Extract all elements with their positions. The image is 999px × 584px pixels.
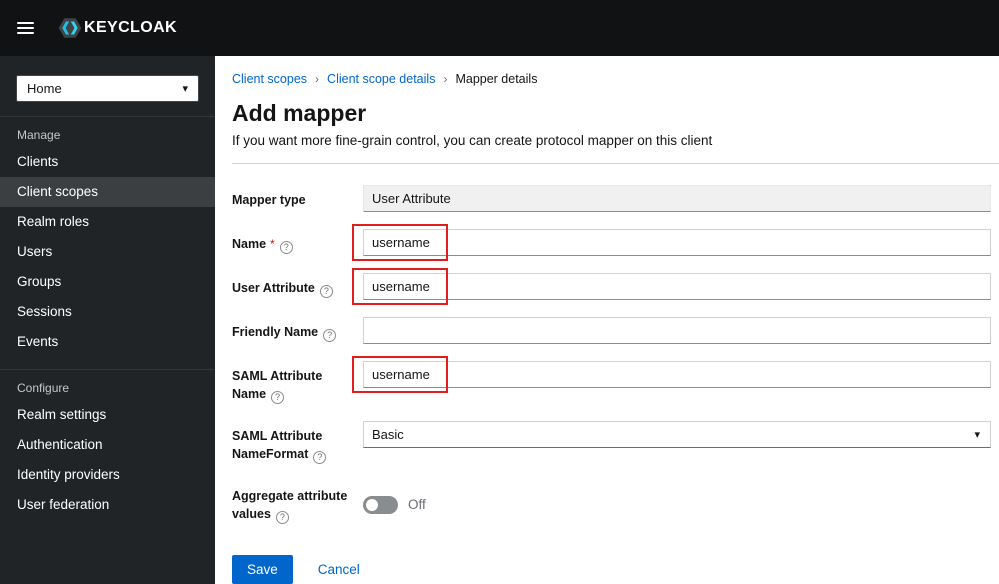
toggle-knob — [366, 498, 378, 511]
page-subtitle: If you want more fine-grain control, you… — [232, 133, 713, 148]
sidebar-item-clients[interactable]: Clients — [0, 147, 215, 177]
help-icon[interactable]: ? — [279, 241, 293, 254]
friendly-name-input[interactable] — [363, 317, 991, 344]
save-button[interactable]: Save — [232, 555, 293, 584]
chevron-right-icon: › — [315, 72, 320, 86]
form-row-name: Name *? — [232, 224, 991, 261]
sidebar-item-events[interactable]: Events — [0, 327, 215, 357]
sidebar-item-authentication[interactable]: Authentication — [0, 430, 215, 460]
user-attribute-input[interactable] — [363, 273, 991, 300]
required-indicator: * — [270, 237, 275, 251]
mapper-type-label: Mapper type — [232, 193, 306, 207]
sidebar-item-users[interactable]: Users — [0, 237, 215, 267]
main-content: Client scopes › Client scope details › M… — [215, 56, 999, 584]
sidebar-item-realm-settings[interactable]: Realm settings — [0, 400, 215, 430]
breadcrumb: Client scopes › Client scope details › M… — [232, 72, 991, 86]
sidebar: Home ▾ Manage Clients Client scopes Real… — [0, 56, 215, 584]
nav-section-configure: Configure Realm settings Authentication … — [0, 370, 215, 520]
sidebar-item-groups[interactable]: Groups — [0, 267, 215, 297]
topbar: KEYCLOAK — [0, 0, 999, 56]
realm-selector-value: Home — [27, 81, 62, 96]
breadcrumb-client-scope-details[interactable]: Client scope details — [327, 72, 435, 86]
name-label: Name *? — [232, 229, 363, 256]
saml-attribute-name-input[interactable] — [363, 361, 991, 388]
sidebar-item-client-scopes[interactable]: Client scopes — [0, 177, 215, 207]
saml-attribute-nameformat-select[interactable]: Basic ▾ — [363, 421, 991, 449]
toggle-state-label: Off — [408, 497, 426, 513]
help-icon[interactable]: ? — [323, 329, 337, 342]
form-row-aggregate-attribute-values: Aggregate attribute values? Off — [232, 481, 991, 525]
nav-section-manage: Manage Clients Client scopes Realm roles… — [0, 117, 215, 357]
form-row-mapper-type: Mapper type — [232, 185, 991, 212]
keycloak-logo[interactable]: KEYCLOAK — [57, 15, 177, 41]
brand-name: KEYCLOAK — [84, 19, 177, 36]
help-icon[interactable]: ? — [313, 451, 327, 465]
chevron-right-icon: › — [443, 72, 448, 86]
help-icon[interactable]: ? — [275, 511, 289, 525]
cancel-button[interactable]: Cancel — [318, 562, 360, 577]
form-row-friendly-name: Friendly Name? — [232, 317, 991, 344]
help-icon[interactable]: ? — [271, 391, 285, 405]
form-actions: Save Cancel — [232, 555, 991, 584]
chevron-down-icon: ▾ — [974, 429, 980, 442]
saml-attribute-nameformat-label: SAML Attribute NameFormat? — [232, 421, 363, 465]
realm-selector[interactable]: Home ▾ — [16, 75, 199, 102]
aggregate-attribute-values-toggle[interactable] — [363, 495, 398, 514]
chevron-down-icon: ▾ — [182, 83, 188, 95]
select-selected-value: Basic — [372, 427, 404, 443]
divider — [232, 163, 999, 164]
nav-section-configure-title: Configure — [17, 381, 70, 395]
sidebar-item-sessions[interactable]: Sessions — [0, 297, 215, 327]
form-row-saml-attribute-nameformat: SAML Attribute NameFormat? Basic ▾ — [232, 421, 991, 465]
user-attribute-label: User Attribute? — [232, 273, 363, 300]
form-row-saml-attribute-name: SAML Attribute Name? — [232, 356, 991, 405]
form-row-user-attribute: User Attribute? — [232, 268, 991, 305]
sidebar-item-user-federation[interactable]: User federation — [0, 490, 215, 520]
aggregate-attribute-values-label: Aggregate attribute values? — [232, 489, 348, 525]
friendly-name-label: Friendly Name? — [232, 317, 363, 344]
help-icon[interactable]: ? — [319, 285, 333, 298]
sidebar-item-identity-providers[interactable]: Identity providers — [0, 460, 215, 490]
mapper-type-input — [363, 185, 991, 212]
saml-attribute-name-label: SAML Attribute Name? — [232, 369, 323, 405]
breadcrumb-client-scopes[interactable]: Client scopes — [232, 72, 307, 86]
add-mapper-form: Mapper type Name*? User Attribute? — [232, 185, 991, 584]
menu-toggle-icon[interactable] — [17, 22, 34, 34]
keycloak-logo-icon — [58, 18, 82, 38]
name-input[interactable] — [363, 229, 991, 256]
nav-section-manage-title: Manage — [17, 128, 61, 142]
page-title: Add mapper — [232, 100, 367, 126]
sidebar-item-realm-roles[interactable]: Realm roles — [0, 207, 215, 237]
breadcrumb-mapper-details: Mapper details — [455, 72, 538, 86]
